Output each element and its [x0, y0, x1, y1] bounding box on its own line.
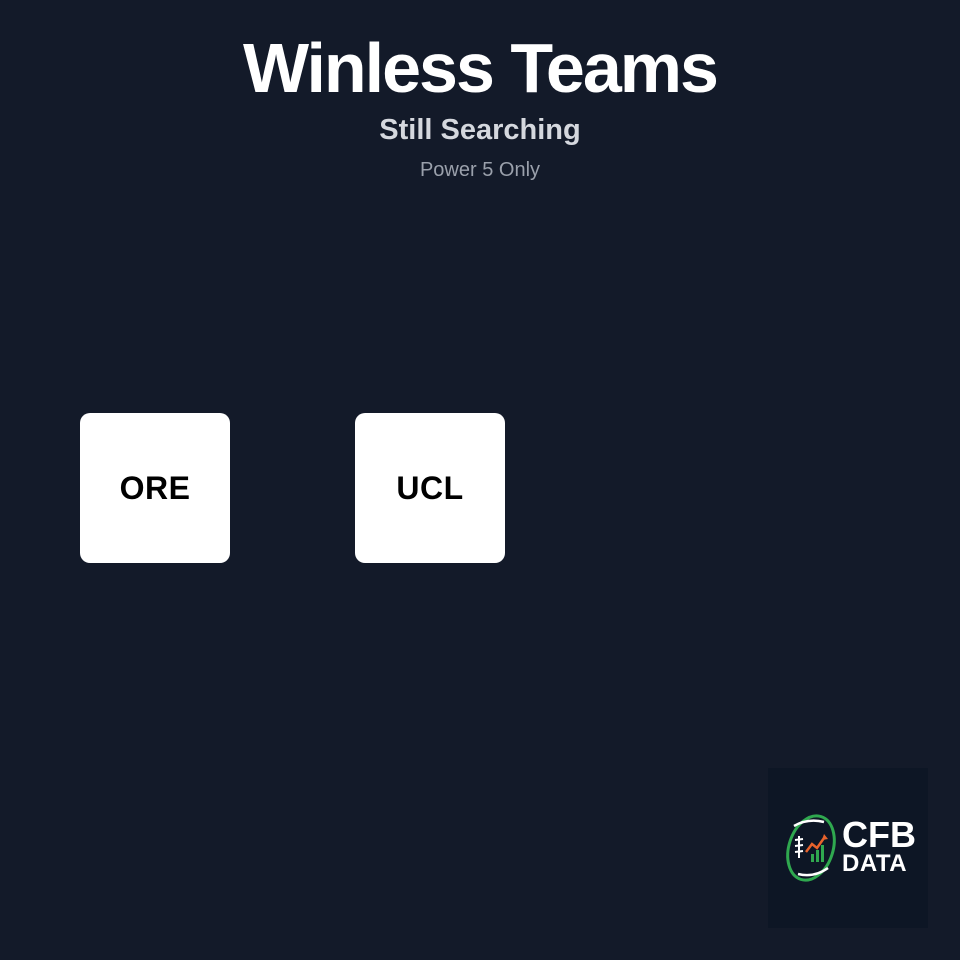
team-card-ucl: UCL — [355, 413, 505, 563]
team-card-ore: ORE — [80, 413, 230, 563]
page-subtitle: Still Searching — [379, 114, 581, 146]
team-abbreviation: ORE — [119, 469, 191, 506]
logo-text-data: DATA — [842, 850, 908, 877]
football-chart-icon — [786, 814, 836, 882]
logo-text-cfb: CFB — [842, 814, 916, 855]
page-title: Winless Teams — [243, 29, 719, 107]
team-abbreviation: UCL — [396, 469, 464, 506]
cfb-data-logo: CFB DATA — [768, 768, 928, 928]
filter-note: Power 5 Only — [419, 159, 541, 181]
